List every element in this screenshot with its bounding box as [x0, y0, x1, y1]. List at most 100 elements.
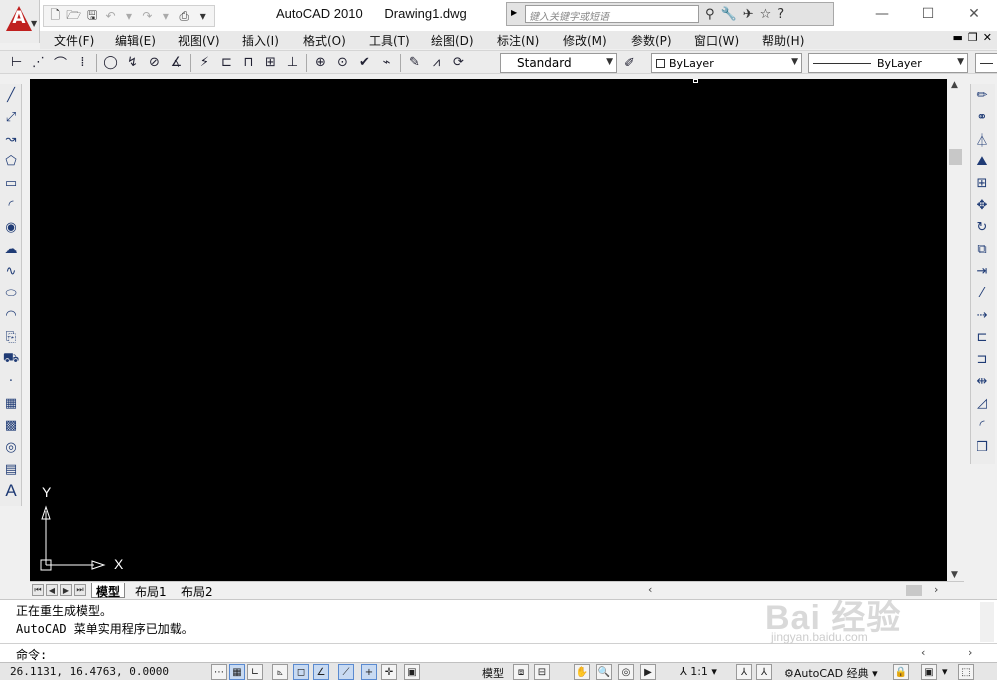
layout-icon[interactable]: ⧈ — [513, 664, 529, 680]
menu-parametric[interactable]: 参数(P) — [631, 32, 672, 49]
tab-layout1[interactable]: 布局1 — [131, 583, 171, 599]
annotation-scale[interactable]: ⅄ 1:1 ▾ — [680, 665, 717, 678]
application-menu-button[interactable]: A ▼ — [0, 0, 40, 43]
line-icon[interactable]: ╱ — [0, 84, 22, 106]
insert-block-icon[interactable]: ⎘ — [0, 326, 22, 348]
spline-icon[interactable]: ∿ — [0, 260, 22, 282]
model-space-label[interactable]: 模型 — [482, 665, 504, 680]
angular-dimension-icon[interactable]: ∡ — [166, 53, 187, 73]
menu-dimension[interactable]: 标注(N) — [497, 32, 539, 49]
layer-color-dropdown[interactable]: ByLayer ▼ — [651, 53, 802, 73]
dynamic-ucs-icon[interactable]: ⟋ — [338, 664, 354, 680]
chamfer-icon[interactable]: ◿ — [971, 392, 993, 414]
close-button[interactable]: ✕ — [951, 0, 997, 28]
quick-dimension-icon[interactable]: ⚡ — [194, 53, 215, 73]
annotation-visibility-icon[interactable]: ⅄ — [736, 664, 752, 680]
help-icon[interactable]: ? — [777, 7, 784, 22]
dimension-update-icon[interactable]: ⟳ — [448, 53, 469, 73]
grid-display-icon[interactable]: ▦ — [229, 664, 245, 680]
ortho-mode-icon[interactable]: ∟ — [247, 664, 263, 680]
gradient-icon[interactable]: ▩ — [0, 414, 22, 436]
maximize-button[interactable]: ☐ — [905, 0, 951, 28]
polygon-icon[interactable]: ⬠ — [0, 150, 22, 172]
pan-icon[interactable]: ✋ — [574, 664, 590, 680]
join-icon[interactable]: ⇹ — [971, 370, 993, 392]
snap-mode-icon[interactable]: ⋯ — [211, 664, 227, 680]
dynamic-input-icon[interactable]: + — [361, 664, 377, 680]
new-file-icon[interactable]: 🗋 — [47, 7, 63, 25]
polyline-icon[interactable]: ↝ — [0, 128, 22, 150]
coordinate-readout[interactable]: 26.1131, 16.4763, 0.0000 — [10, 665, 169, 678]
scroll-right-icon[interactable]: › — [968, 646, 972, 659]
menu-insert[interactable]: 插入(I) — [242, 32, 279, 49]
menu-tools[interactable]: 工具(T) — [369, 32, 410, 49]
arc-length-icon[interactable]: ⌒ — [50, 53, 71, 73]
redo-dropdown-icon[interactable]: ▾ — [158, 7, 174, 25]
table-icon[interactable]: ▤ — [0, 458, 22, 480]
copy-icon[interactable]: ⚭ — [971, 106, 993, 128]
rotate-icon[interactable]: ↻ — [971, 216, 993, 238]
point-icon[interactable]: · — [0, 370, 22, 392]
rectangle-icon[interactable]: ▭ — [0, 172, 22, 194]
baseline-dimension-icon[interactable]: ⊏ — [216, 53, 237, 73]
drawing-area[interactable] — [30, 79, 947, 581]
ellipse-icon[interactable]: ⬭ — [0, 282, 22, 304]
jogged-dimension-icon[interactable]: ↯ — [122, 53, 143, 73]
menu-draw[interactable]: 绘图(D) — [431, 32, 474, 49]
scroll-up-icon[interactable]: ▲ — [951, 80, 958, 90]
binoculars-icon[interactable]: ⚲ — [705, 7, 715, 22]
move-icon[interactable]: ✥ — [971, 194, 993, 216]
wrench-icon[interactable]: 🔧 — [721, 7, 737, 22]
scroll-right-icon[interactable]: › — [934, 583, 938, 596]
radius-dimension-icon[interactable]: ◯ — [100, 53, 121, 73]
center-mark-icon[interactable]: ⊙ — [332, 53, 353, 73]
plot-icon[interactable]: ⎙ — [176, 7, 192, 25]
layouts-icon[interactable]: ⊟ — [534, 664, 550, 680]
extend-icon[interactable]: ⇢ — [971, 304, 993, 326]
last-tab-icon[interactable]: ⏭ — [74, 584, 86, 596]
next-tab-icon[interactable]: ▶ — [60, 584, 72, 596]
menu-view[interactable]: 视图(V) — [178, 32, 220, 49]
auto-scale-icon[interactable]: ⅄ — [756, 664, 772, 680]
hardware-acceleration-icon[interactable]: ▣ — [921, 664, 937, 680]
command-scrollbar[interactable] — [980, 602, 994, 642]
fillet-icon[interactable]: ◜ — [971, 414, 993, 436]
ellipse-arc-icon[interactable]: ◠ — [0, 304, 22, 326]
menu-modify[interactable]: 修改(M) — [563, 32, 607, 49]
construction-line-icon[interactable]: ⤢ — [0, 106, 22, 128]
lock-icon[interactable]: 🔒 — [893, 664, 909, 680]
mirror-icon[interactable]: ⏃ — [971, 128, 993, 150]
horizontal-scrollbar-thumb[interactable] — [906, 585, 922, 596]
expand-arrow-icon[interactable]: ▶ — [511, 8, 517, 17]
inspection-icon[interactable]: ✔ — [354, 53, 375, 73]
prev-tab-icon[interactable]: ◀ — [46, 584, 58, 596]
lineweight-icon[interactable]: ✛ — [381, 664, 397, 680]
dimension-space-icon[interactable]: ⊞ — [260, 53, 281, 73]
scrollbar-thumb[interactable] — [949, 149, 962, 165]
open-folder-icon[interactable]: 🗁 — [65, 7, 81, 25]
tab-layout2[interactable]: 布局2 — [177, 583, 217, 599]
object-snap-tracking-icon[interactable]: ∠ — [313, 664, 329, 680]
minimize-button[interactable]: — — [859, 0, 905, 28]
zoom-icon[interactable]: 🔍 — [596, 664, 612, 680]
array-icon[interactable]: ⊞ — [971, 172, 993, 194]
star-icon[interactable]: ☆ — [760, 7, 772, 22]
steering-wheel-icon[interactable]: ◎ — [618, 664, 634, 680]
aligned-dimension-icon[interactable]: ⋰ — [28, 53, 49, 73]
menu-file[interactable]: 文件(F) — [54, 32, 94, 49]
dimension-text-edit-icon[interactable]: ⩘ — [426, 53, 447, 73]
dimension-edit-icon[interactable]: ✎ — [404, 53, 425, 73]
continue-dimension-icon[interactable]: ⊓ — [238, 53, 259, 73]
region-icon[interactable]: ◎ — [0, 436, 22, 458]
quick-properties-icon[interactable]: ▣ — [404, 664, 420, 680]
vertical-scrollbar[interactable]: ▲ ▼ — [947, 79, 964, 581]
linear-dimension-icon[interactable]: ⊢ — [6, 53, 27, 73]
scale-icon[interactable]: ⧉ — [971, 238, 993, 260]
break-at-point-icon[interactable]: ⊏ — [971, 326, 993, 348]
doc-close-button[interactable]: ✕ — [983, 31, 992, 44]
scroll-left-icon[interactable]: ‹ — [921, 646, 925, 659]
dimension-style-icon[interactable]: ✐ — [619, 53, 640, 73]
offset-icon[interactable]: ⛰ — [971, 150, 993, 172]
ordinate-dimension-icon[interactable]: ⁞ — [72, 53, 93, 73]
menu-format[interactable]: 格式(O) — [303, 32, 346, 49]
